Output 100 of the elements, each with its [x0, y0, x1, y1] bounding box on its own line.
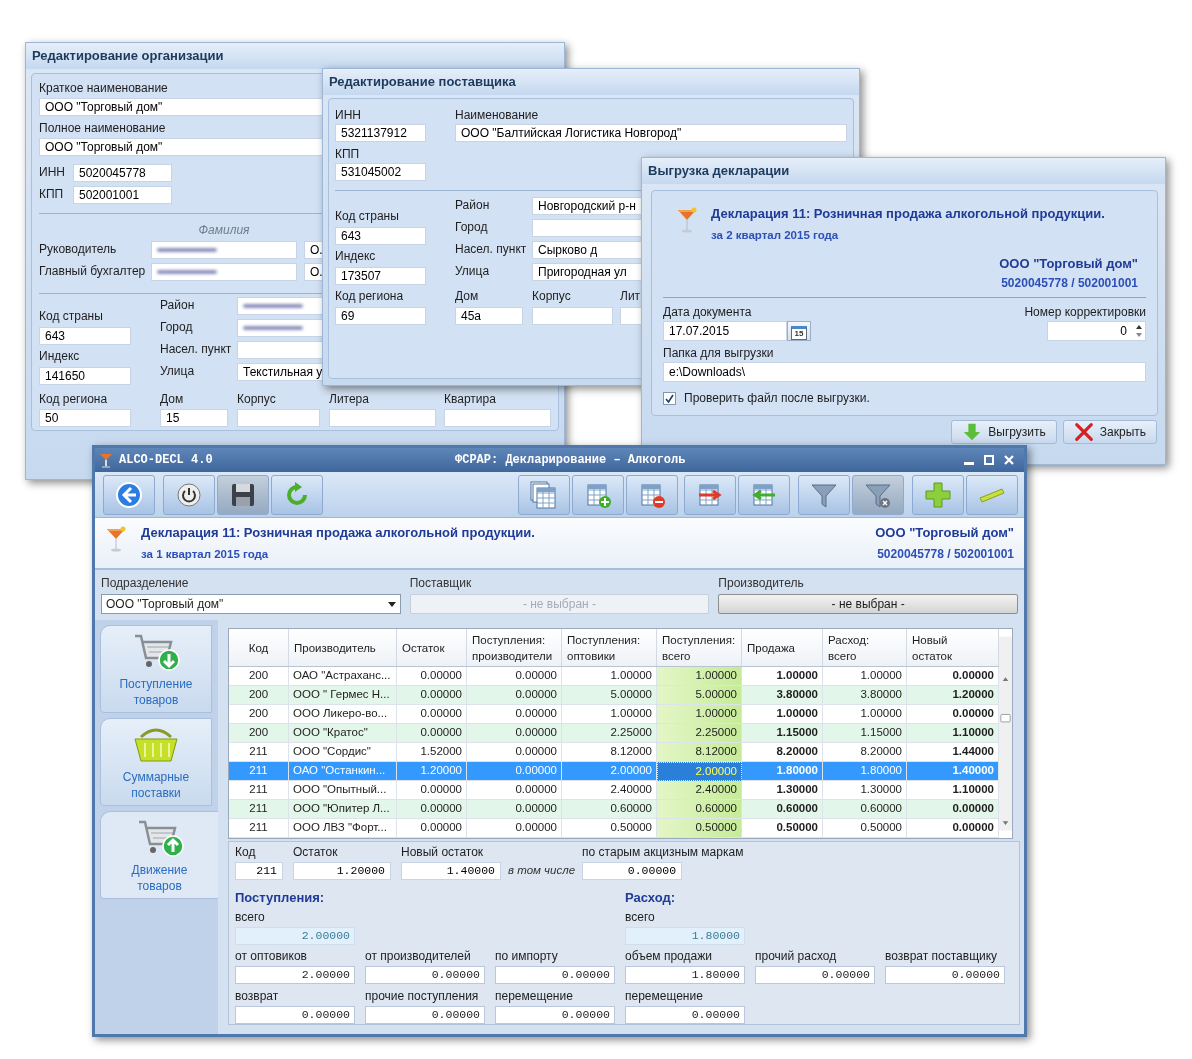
input-field[interactable]: 15	[160, 409, 228, 427]
column-header[interactable]: Расход: всего	[823, 629, 907, 666]
input-field[interactable]	[237, 297, 323, 315]
picker-button[interactable]: - не выбран -	[718, 594, 1018, 614]
input-field[interactable]: 0.00000	[755, 966, 875, 984]
column-header[interactable]: Остаток	[397, 629, 467, 666]
input-field[interactable]: ООО "Торговый дом"	[39, 98, 323, 116]
input-field[interactable]: 1.80000	[625, 927, 745, 945]
input-field[interactable]: 1.40000	[401, 862, 501, 880]
input-field[interactable]: ООО "Торговый дом"	[39, 138, 323, 156]
input-field[interactable]	[532, 219, 644, 237]
column-header[interactable]: Поступления: всего	[657, 629, 742, 666]
input-field[interactable]: 531045002	[335, 163, 426, 181]
input-field[interactable]: 2.00000	[235, 966, 355, 984]
input-field[interactable]: Текстильная у	[237, 363, 323, 381]
app-name: ALCO-DECL 4.0	[119, 452, 213, 469]
input-field[interactable]: 643	[39, 327, 131, 345]
table-cell: 8.12000	[657, 743, 742, 762]
input-field[interactable]	[532, 307, 613, 325]
export-button[interactable]: Выгрузить	[951, 420, 1057, 444]
table-row[interactable]: 211 ООО ЛВЗ "Форт... 0.00000 0.00000 0.50000 0.50000 0.50000 0.50000 0.00000	[229, 819, 999, 838]
input-field[interactable]: ООО "Балтийская Логистика Новгород"	[455, 124, 847, 142]
toolbar-button[interactable]	[217, 474, 269, 515]
input-field[interactable]: 141650	[39, 367, 131, 385]
table-row[interactable]: 200 ООО Ликеро-во... 0.00000 0.00000 1.00000 1.00000 1.00000 1.00000 0.00000	[229, 705, 999, 724]
input-field[interactable]: 0.00000	[625, 1006, 745, 1024]
field-label: Код	[235, 844, 256, 860]
checkbox[interactable]	[663, 391, 676, 405]
input-field[interactable]: 50	[39, 409, 131, 427]
spinner-arrows-icon	[1135, 323, 1143, 339]
nav-tab[interactable]: Движение товаров	[100, 811, 218, 899]
field-label: возврат	[235, 988, 279, 1004]
table-row[interactable]: 211 ОАО "Останкин... 1.20000 0.00000 2.00000 2.00000 1.80000 1.80000 1.40000	[229, 762, 999, 781]
input-field[interactable]: 643	[335, 227, 426, 245]
close-icon[interactable]	[1004, 455, 1014, 465]
input-field[interactable]: 45а	[455, 307, 523, 325]
table-row[interactable]: 200 ООО "Кратос" 0.00000 0.00000 2.25000 2.25000 1.15000 1.15000 1.10000	[229, 724, 999, 743]
input-field[interactable]: 0.00000	[582, 862, 683, 880]
input-field[interactable]: 2.00000	[235, 927, 355, 945]
input-field[interactable]: 0.00000	[365, 1006, 485, 1024]
field-label: Поставщик	[409, 575, 472, 591]
input-field[interactable]: 0.00000	[495, 966, 615, 984]
toolbar-button[interactable]	[684, 474, 736, 515]
input-field[interactable]	[151, 241, 297, 259]
column-header[interactable]: Производитель	[289, 629, 397, 666]
input-field[interactable]: 173507	[335, 267, 426, 285]
nav-tab[interactable]: Поступление товаров	[100, 625, 212, 713]
input-field[interactable]: 0.00000	[235, 1006, 355, 1024]
input-field[interactable]: Сырково д	[532, 241, 644, 259]
toolbar-button[interactable]	[626, 474, 678, 515]
input-field[interactable]: 5321137912	[335, 124, 426, 142]
input-field[interactable]: 5020045778	[73, 164, 172, 182]
table-row[interactable]: 211 ООО "Опытный... 0.00000 0.00000 2.40000 2.40000 1.30000 1.30000 1.10000	[229, 781, 999, 800]
input-field[interactable]: 502001001	[73, 186, 172, 204]
dropdown[interactable]: ООО "Торговый дом"	[101, 594, 401, 614]
toolbar-button[interactable]	[163, 474, 215, 515]
table-cell: 0.00000	[397, 819, 467, 838]
calendar-button[interactable]: 15	[787, 321, 811, 341]
column-header[interactable]: Код	[229, 629, 289, 666]
declaration-title: Декларация 11: Розничная продажа алкогольной продукции.	[711, 205, 1105, 223]
input-field[interactable]: e:\Downloads\	[663, 362, 1146, 382]
input-field[interactable]: 17.07.2015	[663, 321, 787, 341]
column-header[interactable]: Продажа	[742, 629, 823, 666]
input-field[interactable]	[237, 319, 323, 337]
table-cell: 0.00000	[467, 819, 562, 838]
field-label: по импорту	[495, 948, 558, 964]
field-label: перемещение	[495, 988, 573, 1004]
nav-tab[interactable]: Суммарные поставки	[100, 718, 212, 806]
input-field[interactable]: 69	[335, 307, 426, 325]
toolbar-button[interactable]	[103, 474, 155, 515]
table-row[interactable]: 211 ООО "Сордис" 1.52000 0.00000 8.12000 8.12000 8.20000 8.20000 1.44000	[229, 743, 999, 762]
table-row[interactable]: 200 ОАО "Астраханс... 0.00000 0.00000 1.00000 1.00000 1.00000 1.00000 0.00000	[229, 667, 999, 686]
table-row[interactable]: 211 ООО "Юпитер Л... 0.00000 0.00000 0.60000 0.60000 0.60000 0.60000 0.00000	[229, 800, 999, 819]
input-field[interactable]: 211	[235, 862, 283, 880]
column-header[interactable]: Поступления: производители	[467, 629, 562, 666]
input-field[interactable]: Пригородная ул	[532, 263, 644, 281]
field-label: Индекс	[39, 348, 80, 364]
field-label: Краткое наименование	[39, 80, 168, 96]
input-field[interactable]	[329, 409, 436, 427]
input-field[interactable]: 0.00000	[495, 1006, 615, 1024]
close-button[interactable]: Закрыть	[1062, 420, 1157, 444]
input-field[interactable]	[444, 409, 551, 427]
column-header[interactable]: Поступления: оптовики	[562, 629, 657, 666]
input-field[interactable]: Новгородский р-н	[532, 197, 644, 215]
field-label: Город	[160, 319, 194, 335]
input-field[interactable]: 0.00000	[885, 966, 1005, 984]
input-field[interactable]: 0.00000	[365, 966, 485, 984]
table-row[interactable]: 200 ООО " Гермес Н... 0.00000 0.00000 5.00000 5.00000 3.80000 3.80000 1.20000	[229, 686, 999, 705]
input-field[interactable]	[237, 409, 320, 427]
spinner-field[interactable]: 0	[1047, 321, 1146, 341]
input-field[interactable]	[151, 263, 297, 281]
column-header[interactable]: Новый остаток	[907, 629, 999, 666]
input-field[interactable]: 1.20000	[293, 862, 391, 880]
window-title-bar: Редактирование поставщика	[323, 69, 859, 95]
close-icon	[1073, 422, 1094, 442]
input-field[interactable]	[237, 341, 323, 359]
table-cell: 2.00000	[657, 762, 742, 781]
maximize-icon[interactable]	[984, 455, 994, 465]
note-text: в том числе	[508, 862, 576, 878]
input-field[interactable]: 1.80000	[625, 966, 745, 984]
